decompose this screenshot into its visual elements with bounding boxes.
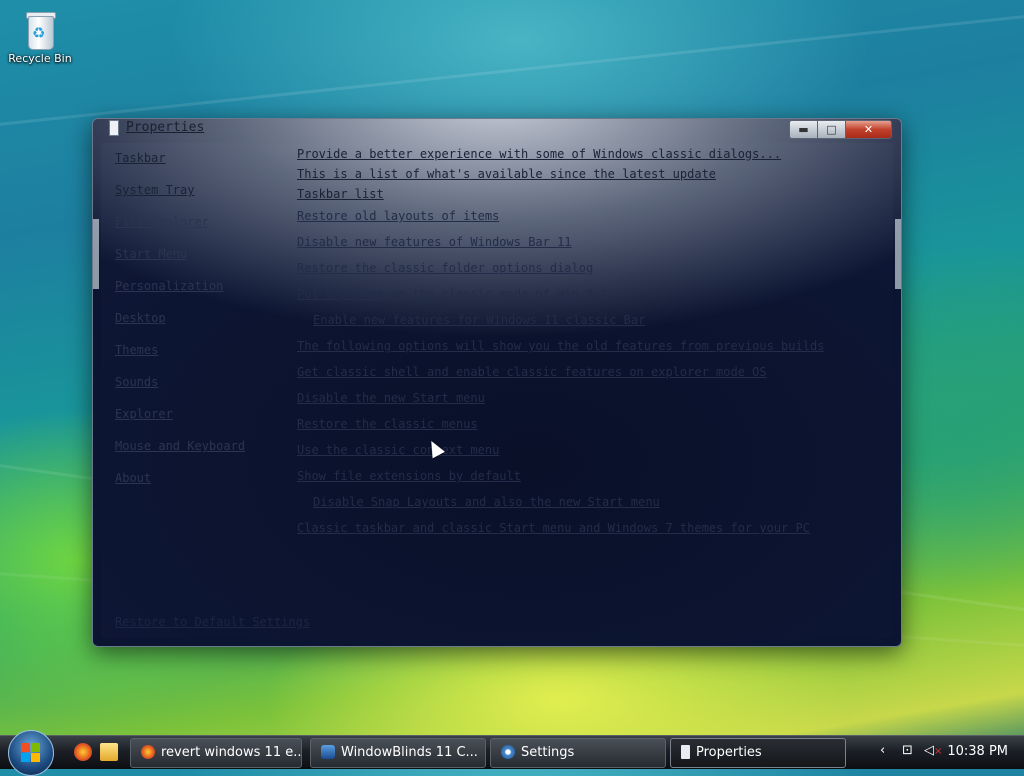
content-line[interactable]: Classic taskbar and classic Start menu a…	[297, 521, 887, 547]
taskbar-item-label: Settings	[521, 745, 575, 760]
nav-item-sounds[interactable]: Sounds	[115, 375, 245, 407]
nav-item-mouse-keyboard[interactable]: Mouse and Keyboard	[115, 439, 245, 471]
nav-item-taskbar[interactable]: Taskbar	[115, 151, 245, 183]
system-tray: ‹ ⊡ ◁× 10:38 PM	[864, 736, 1024, 769]
content-line[interactable]: Taskbar list	[297, 187, 887, 209]
content-line[interactable]: Use the classic context menu	[297, 443, 887, 469]
properties-icon	[681, 744, 690, 759]
firefox-quicklaunch-icon[interactable]	[74, 743, 92, 761]
properties-window: Properties ▬ □ ✕ Taskbar System Tray Fil…	[92, 118, 902, 647]
content-line[interactable]: Disable new features of Windows Bar 11	[297, 235, 887, 261]
clock[interactable]: 10:38 PM	[947, 744, 1008, 759]
taskbar-item-settings[interactable]: Settings	[490, 738, 666, 768]
window-titlebar[interactable]: Properties ▬ □ ✕	[93, 119, 901, 143]
firefox-icon	[141, 744, 155, 759]
volume-muted-icon[interactable]: ◁×	[924, 743, 942, 758]
content-line[interactable]: Get classic shell and enable classic fea…	[297, 365, 887, 391]
nav-item-themes[interactable]: Themes	[115, 343, 245, 375]
maximize-button[interactable]: □	[817, 120, 846, 139]
recycle-bin-shortcut[interactable]: ♻ Recycle Bin	[4, 8, 76, 65]
taskbar-item-windowblinds[interactable]: WindowBlinds 11 C...	[310, 738, 486, 768]
windowblinds-icon	[321, 744, 335, 759]
left-resize-handle[interactable]	[93, 219, 99, 289]
content-line[interactable]: The following options will show you the …	[297, 339, 887, 365]
content-line[interactable]: Disable Snap Layouts and also the new St…	[297, 495, 887, 521]
taskbar-item-label: revert windows 11 e...	[161, 745, 302, 760]
network-icon[interactable]: ⊡	[902, 743, 913, 758]
content-line[interactable]: Restore the classic folder options dialo…	[297, 261, 887, 287]
content-line[interactable]: Put explorer on the classic mode of Win …	[297, 287, 887, 313]
minimize-button[interactable]: ▬	[789, 120, 818, 139]
content-line[interactable]: This is a list of what's available since…	[297, 167, 887, 187]
settings-icon	[501, 744, 515, 759]
nav-item-desktop[interactable]: Desktop	[115, 311, 245, 343]
nav-item-start-menu[interactable]: Start Menu	[115, 247, 245, 279]
content-line[interactable]: Restore old layouts of items	[297, 209, 887, 235]
close-button[interactable]: ✕	[845, 120, 892, 139]
settings-nav: Taskbar System Tray File Explorer Start …	[115, 151, 245, 503]
taskbar-item-label: WindowBlinds 11 C...	[341, 745, 478, 760]
file-explorer-quicklaunch-icon[interactable]	[100, 743, 118, 761]
recycle-bin-icon: ♻	[23, 10, 57, 50]
nav-item-system-tray[interactable]: System Tray	[115, 183, 245, 215]
content-line[interactable]: Show file extensions by default	[297, 469, 887, 495]
nav-item-explorer[interactable]: Explorer	[115, 407, 245, 439]
restore-defaults-link[interactable]: Restore to Default Settings	[115, 615, 310, 629]
content-line[interactable]: Provide a better experience with some of…	[297, 147, 887, 167]
windows-logo-icon	[21, 743, 41, 763]
nav-item-about[interactable]: About	[115, 471, 245, 503]
nav-item-personalization[interactable]: Personalization	[115, 279, 245, 311]
taskbar-item-properties[interactable]: Properties	[670, 738, 846, 768]
start-button[interactable]	[8, 730, 54, 776]
taskbar-item-firefox[interactable]: revert windows 11 e...	[130, 738, 302, 768]
recycle-bin-label: Recycle Bin	[8, 52, 72, 65]
chevron-left-icon[interactable]: ‹	[880, 743, 885, 758]
scrollbar-thumb[interactable]	[895, 219, 901, 289]
properties-window-icon	[109, 120, 119, 136]
taskbar: revert windows 11 e... WindowBlinds 11 C…	[0, 730, 1024, 776]
content-line[interactable]: Disable the new Start menu	[297, 391, 887, 417]
taskbar-item-label: Properties	[696, 745, 762, 760]
content-line[interactable]: Restore the classic menus	[297, 417, 887, 443]
window-title: Properties	[126, 120, 205, 135]
properties-content: Provide a better experience with some of…	[297, 147, 887, 547]
nav-item-file-explorer[interactable]: File Explorer	[115, 215, 245, 247]
content-line[interactable]: Enable new features for Windows 11 class…	[297, 313, 887, 339]
